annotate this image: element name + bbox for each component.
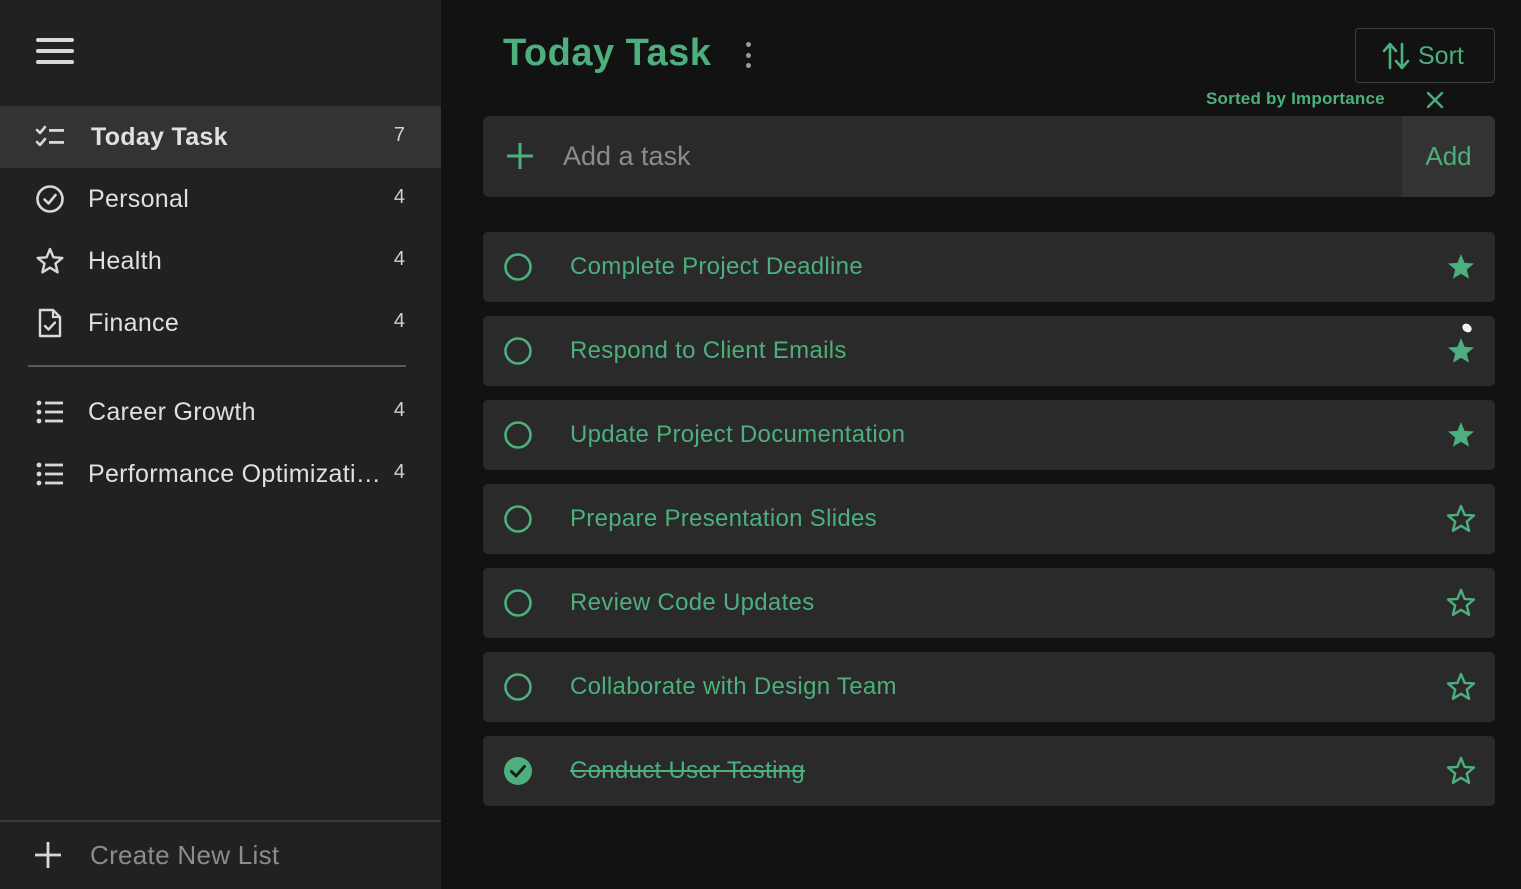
sidebar-item-count: 7 xyxy=(393,124,405,146)
sidebar-item-count: 4 xyxy=(393,399,405,421)
plus-icon xyxy=(34,841,62,869)
sidebar-item-health[interactable]: Health 4 xyxy=(0,230,441,292)
sidebar-item-count: 4 xyxy=(393,186,405,208)
task-row[interactable]: Complete Project Deadline xyxy=(483,232,1495,302)
star-outline-icon[interactable] xyxy=(1445,755,1477,787)
task-title: Collaborate with Design Team xyxy=(570,673,897,700)
main-content: Today Task Sort Sorted by Importance Add… xyxy=(441,0,1521,889)
star-filled-icon[interactable] xyxy=(1445,251,1477,283)
sidebar-item-label: Performance Optimization xyxy=(88,459,384,488)
add-task-bar: Add xyxy=(483,116,1495,197)
sidebar-divider xyxy=(28,365,406,367)
star-outline-icon[interactable] xyxy=(1445,587,1477,619)
add-button[interactable]: Add xyxy=(1402,116,1495,197)
star-outline-icon[interactable] xyxy=(1445,671,1477,703)
check-circle-icon xyxy=(34,183,66,215)
circle-checkbox-icon[interactable] xyxy=(503,672,533,702)
plus-icon xyxy=(506,142,534,170)
menu-icon[interactable] xyxy=(36,38,74,68)
document-check-icon xyxy=(34,307,66,339)
task-title: Respond to Client Emails xyxy=(570,337,847,364)
star-outline-icon[interactable] xyxy=(1445,503,1477,535)
checked-circle-icon[interactable] xyxy=(503,756,533,786)
default-lists: Today Task 7 Personal 4 Health 4 Finance… xyxy=(0,106,441,354)
sidebar-item-personal[interactable]: Personal 4 xyxy=(0,168,441,230)
list-icon xyxy=(34,396,66,428)
circle-checkbox-icon[interactable] xyxy=(503,420,533,450)
page-title: Today Task xyxy=(503,32,712,74)
list-icon xyxy=(34,458,66,490)
create-new-list-label: Create New List xyxy=(90,840,280,870)
sidebar: Today Task 7 Personal 4 Health 4 Finance… xyxy=(0,0,441,889)
close-icon[interactable] xyxy=(1425,90,1445,110)
task-row[interactable]: Update Project Documentation xyxy=(483,400,1495,470)
sidebar-item-label: Finance xyxy=(88,308,180,337)
add-task-input[interactable] xyxy=(563,134,1383,178)
sorted-by-label: Sorted by Importance xyxy=(1206,89,1385,108)
more-options-icon[interactable] xyxy=(739,40,757,70)
task-row[interactable]: Review Code Updates xyxy=(483,568,1495,638)
star-icon xyxy=(34,245,66,277)
task-title: Complete Project Deadline xyxy=(570,253,863,280)
circle-checkbox-icon[interactable] xyxy=(503,336,533,366)
sidebar-item-career-growth[interactable]: Career Growth 4 xyxy=(0,381,441,443)
sidebar-item-label: Career Growth xyxy=(88,397,256,426)
sidebar-item-label: Health xyxy=(88,246,163,275)
task-title: Review Code Updates xyxy=(570,589,815,616)
sidebar-item-label: Today Task xyxy=(91,122,228,151)
circle-checkbox-icon[interactable] xyxy=(503,252,533,282)
sort-button[interactable]: Sort xyxy=(1355,28,1495,83)
task-title: Conduct User Testing xyxy=(570,757,806,784)
star-filled-icon[interactable] xyxy=(1445,335,1477,367)
task-list: Complete Project Deadline Respond to Clie… xyxy=(483,232,1495,820)
sort-icon xyxy=(1382,41,1410,76)
circle-checkbox-icon[interactable] xyxy=(503,588,533,618)
checklist-icon xyxy=(34,121,66,153)
sidebar-item-count: 4 xyxy=(393,461,405,483)
sidebar-item-count: 4 xyxy=(393,248,405,270)
create-new-list-button[interactable]: Create New List xyxy=(0,820,441,889)
sort-label: Sort xyxy=(1418,42,1464,70)
task-row[interactable]: Respond to Client Emails xyxy=(483,316,1495,386)
custom-lists: Career Growth 4 Performance Optimization… xyxy=(0,381,441,505)
task-row[interactable]: Prepare Presentation Slides xyxy=(483,484,1495,554)
task-row[interactable]: Collaborate with Design Team xyxy=(483,652,1495,722)
sidebar-item-finance[interactable]: Finance 4 xyxy=(0,292,441,354)
sidebar-item-count: 4 xyxy=(393,310,405,332)
task-row[interactable]: Conduct User Testing xyxy=(483,736,1495,806)
sidebar-item-label: Personal xyxy=(88,184,190,213)
task-title: Update Project Documentation xyxy=(570,421,906,448)
circle-checkbox-icon[interactable] xyxy=(503,504,533,534)
sidebar-item-performance-optimization[interactable]: Performance Optimization 4 xyxy=(0,443,441,505)
sidebar-item-today-task[interactable]: Today Task 7 xyxy=(0,106,441,168)
star-filled-icon[interactable] xyxy=(1445,419,1477,451)
task-title: Prepare Presentation Slides xyxy=(570,505,877,532)
